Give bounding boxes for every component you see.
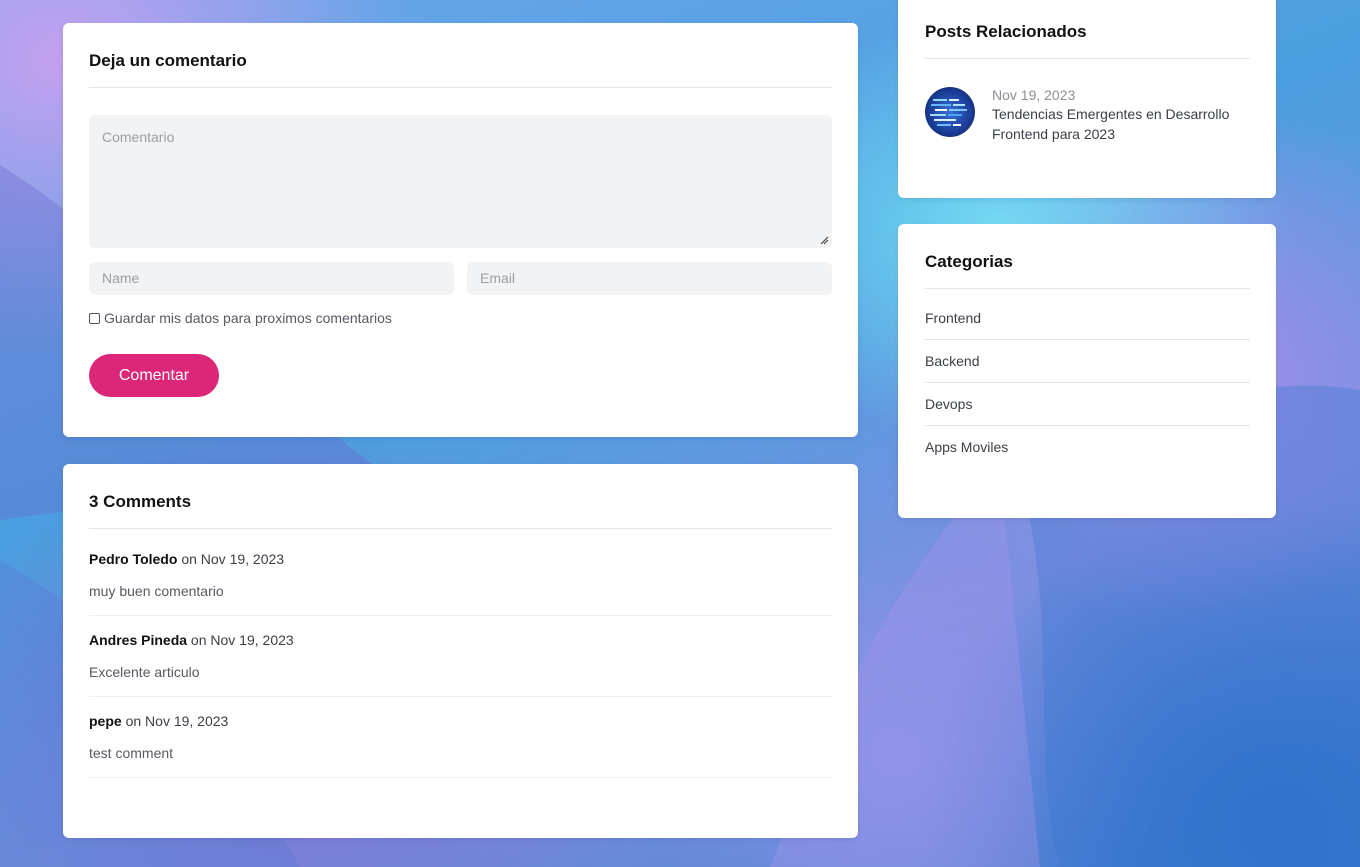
save-data-checkbox[interactable] [89,312,100,324]
category-item-apps-moviles[interactable]: Apps Moviles [925,426,1250,468]
comment-form-card: Deja un comentario Comentario Name Email… [63,23,858,437]
code-screen-thumbnail[interactable] [925,87,975,137]
comment-form-title: Deja un comentario [89,51,832,88]
comment-submit-button[interactable]: Comentar [89,354,219,397]
resize-handle-icon[interactable] [820,236,829,245]
comment-on: on [181,551,197,567]
name-input[interactable]: Name [89,262,454,295]
category-item-frontend[interactable]: Frontend [925,297,1250,340]
comment-item: Pedro Toledo on Nov 19, 2023 muy buen co… [89,529,832,616]
categories-card: Categorias Frontend Backend Devops Apps … [898,224,1276,518]
email-input[interactable]: Email [467,262,832,295]
category-item-devops[interactable]: Devops [925,383,1250,426]
comment-date: Nov 19, 2023 [145,713,229,729]
comment-item: Andres Pineda on Nov 19, 2023 Excelente … [89,616,832,697]
save-data-row: Guardar mis datos para proximos comentar… [89,310,832,326]
comment-date: Nov 19, 2023 [200,551,285,567]
category-item-backend[interactable]: Backend [925,340,1250,383]
related-post-info: Nov 19, 2023 Tendencias Emergentes en De… [992,87,1250,144]
comments-card: 3 Comments Pedro Toledo on Nov 19, 2023 … [63,464,858,838]
related-post-date: Nov 19, 2023 [992,87,1076,103]
code-lines-icon [930,99,967,126]
comment-text: test comment [89,745,174,761]
comment-header: Pedro Toledo on Nov 19, 2023 [89,551,832,567]
comments-list: Pedro Toledo on Nov 19, 2023 muy buen co… [89,529,832,778]
comment-placeholder: Comentario [102,129,175,145]
comment-header: pepe on Nov 19, 2023 [89,713,832,729]
comment-on: on [125,713,142,729]
name-email-row: Name Email [89,262,832,295]
comment-textarea[interactable]: Comentario [89,115,832,248]
related-post-title-link[interactable]: Tendencias Emergentes en Desarrollo Fron… [992,104,1250,144]
save-data-label[interactable]: Guardar mis datos para proximos comentar… [104,310,392,326]
comment-text: Excelente articulo [89,664,200,680]
categories-title: Categorias [925,252,1250,289]
comment-author: Pedro Toledo [89,551,178,567]
comment-on: on [190,632,207,648]
related-post-item[interactable]: Nov 19, 2023 Tendencias Emergentes en De… [925,87,1250,144]
categories-list: Frontend Backend Devops Apps Moviles [925,297,1250,468]
related-posts-title: Posts Relacionados [925,22,1250,59]
comments-title: 3 Comments [89,492,832,529]
comment-author: pepe [89,713,122,729]
comment-header: Andres Pineda on Nov 19, 2023 [89,632,832,648]
related-posts-card: Posts Relacionados Nov 19, 2023 Tendenci… [898,0,1276,198]
comment-author: Andres Pineda [89,632,188,648]
comment-text: muy buen comentario [89,583,224,599]
comment-item: pepe on Nov 19, 2023 test comment [89,697,832,778]
comment-date: Nov 19, 2023 [210,632,294,648]
